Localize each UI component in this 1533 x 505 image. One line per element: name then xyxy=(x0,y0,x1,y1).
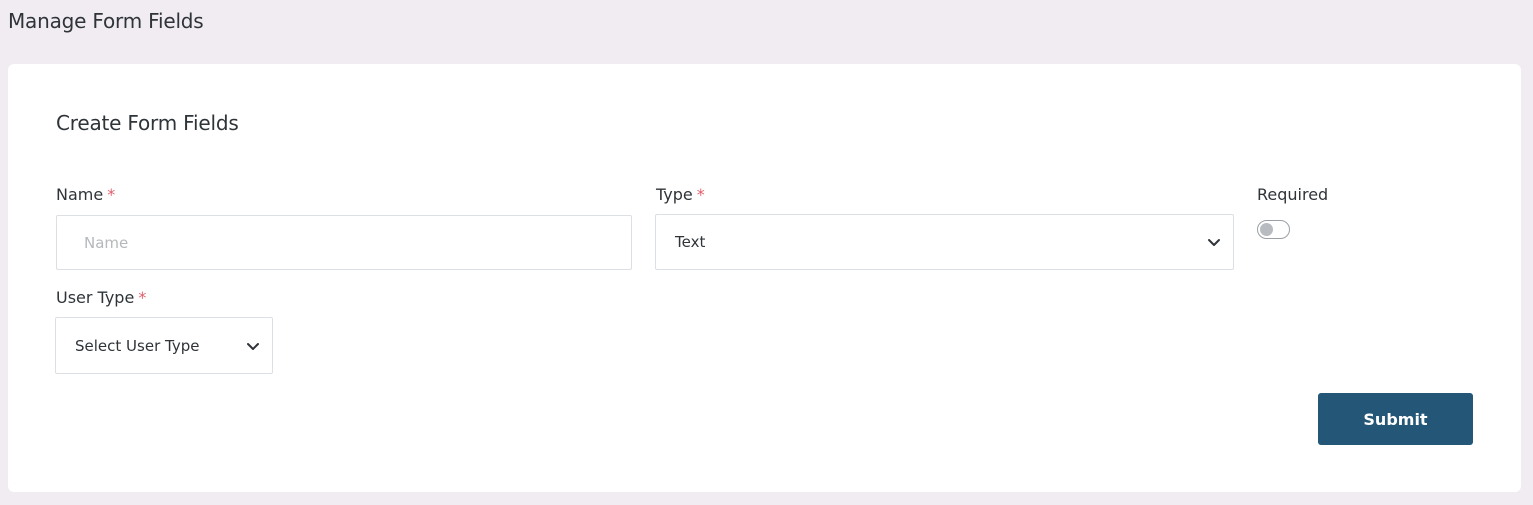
user-type-select-value: Select User Type xyxy=(75,336,200,355)
type-label: Type * xyxy=(656,185,705,204)
required-asterisk: * xyxy=(138,288,147,307)
required-toggle[interactable] xyxy=(1257,220,1290,239)
name-label-text: Name xyxy=(56,185,104,204)
user-type-label: User Type * xyxy=(56,288,146,307)
name-input-placeholder: Name xyxy=(84,233,129,252)
chevron-down-icon xyxy=(1208,239,1220,246)
submit-button[interactable]: Submit xyxy=(1318,393,1473,445)
toggle-knob xyxy=(1260,223,1273,236)
card-title: Create Form Fields xyxy=(56,111,239,135)
type-label-text: Type xyxy=(656,185,693,204)
required-asterisk: * xyxy=(696,185,705,204)
type-select-value: Text xyxy=(675,233,706,251)
name-input[interactable]: Name xyxy=(56,215,632,270)
required-label: Required xyxy=(1257,185,1329,204)
page-title: Manage Form Fields xyxy=(8,9,204,33)
user-type-select[interactable]: Select User Type xyxy=(55,317,273,374)
user-type-label-text: User Type xyxy=(56,288,135,307)
type-select[interactable]: Text xyxy=(655,214,1234,270)
name-label: Name * xyxy=(56,185,115,204)
required-asterisk: * xyxy=(107,185,116,204)
create-form-card: Create Form Fields Name * Name Type * Text… xyxy=(8,64,1521,492)
chevron-down-icon xyxy=(247,342,259,350)
